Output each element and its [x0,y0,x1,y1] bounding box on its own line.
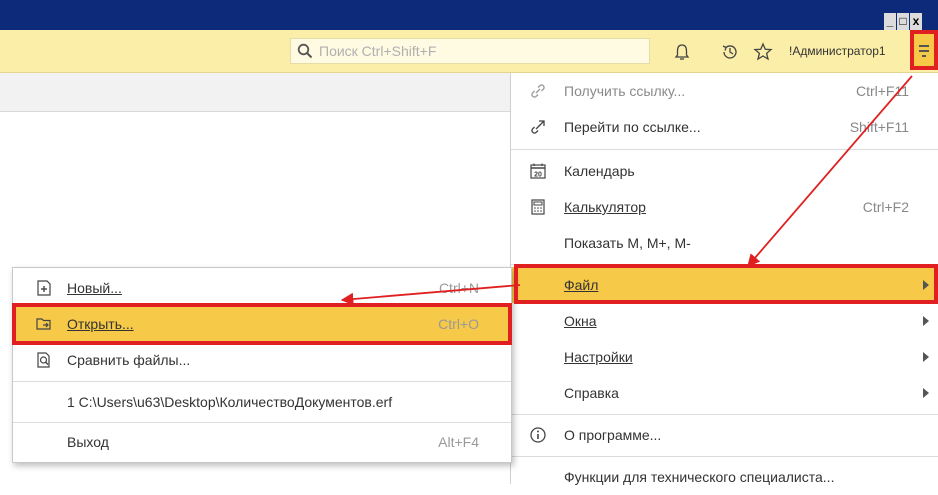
main-menu-button[interactable] [910,30,938,70]
menu-item-go-link[interactable]: Перейти по ссылке... Shift+F11 [511,109,938,145]
menu-item-show-memory[interactable]: Показать М, М+, М- [511,225,938,261]
submenu-item-label: 1 C:\Users\u63\Desktop\КоличествоДокумен… [67,394,393,410]
menu-item-label: Окна [564,313,597,329]
new-file-icon [37,280,51,296]
menu-item-label: Справка [564,385,619,401]
menu-item-shortcut: Shift+F11 [849,119,909,135]
menu-item-calendar[interactable]: 20 Календарь [511,153,938,189]
submenu-item-exit[interactable]: Выход Alt+F4 [13,424,511,460]
submenu-item-open[interactable]: Открыть... Ctrl+O [13,306,511,342]
submenu-item-compare[interactable]: Сравнить файлы... [13,342,511,378]
submenu-item-shortcut: Ctrl+O [438,316,479,332]
calendar-icon: 20 [530,163,546,179]
menu-item-label: Файл [564,277,599,293]
submenu-item-new[interactable]: Новый... Ctrl+N [13,270,511,306]
main-menu-dropdown: Получить ссылку... Ctrl+F11 Перейти по с… [510,73,938,485]
restore-button[interactable]: □ [897,13,909,30]
search-icon [297,43,313,59]
submenu-separator [13,381,511,382]
top-toolbar: Поиск Ctrl+Shift+F !Администратор1 [0,30,938,73]
bell-icon[interactable] [672,42,692,62]
menu-item-get-link[interactable]: Получить ссылку... Ctrl+F11 [511,73,938,109]
favorites-star-icon[interactable] [753,42,773,62]
submenu-arrow-icon [923,388,929,398]
menu-item-calculator[interactable]: Калькулятор Ctrl+F2 [511,189,938,225]
menu-item-about[interactable]: О программе... [511,417,938,453]
open-folder-icon [36,318,51,330]
submenu-item-label: Новый... [67,280,122,296]
menu-item-label: Показать М, М+, М- [564,235,691,251]
window-title-bar [0,0,938,30]
submenu-arrow-icon [923,352,929,362]
svg-text:20: 20 [534,172,542,179]
info-icon [530,427,546,443]
link-icon [531,84,545,98]
menu-item-file[interactable]: Файл [511,267,938,303]
submenu-separator [13,422,511,423]
search-input[interactable]: Поиск Ctrl+Shift+F [290,38,650,64]
menu-separator [511,414,938,415]
history-icon[interactable] [720,42,740,62]
menu-separator [511,149,938,150]
menu-item-label: Перейти по ссылке... [564,119,701,135]
menu-item-windows[interactable]: Окна [511,303,938,339]
search-placeholder: Поиск Ctrl+Shift+F [319,43,437,59]
menu-item-label: Настройки [564,349,633,365]
submenu-item-label: Выход [67,434,109,450]
submenu-item-recent-file[interactable]: 1 C:\Users\u63\Desktop\КоличествоДокумен… [13,384,511,420]
menu-separator [511,264,938,265]
submenu-arrow-icon [923,316,929,326]
menu-item-label: Функции для технического специалиста... [564,469,835,485]
menu-item-settings[interactable]: Настройки [511,339,938,375]
compare-files-icon [37,352,50,368]
menu-item-shortcut: Ctrl+F11 [855,83,909,99]
menu-item-tech-functions[interactable]: Функции для технического специалиста... [511,459,938,495]
content-header-panel [0,73,510,112]
current-user-name[interactable]: !Администратор1 [789,44,886,58]
menu-item-label: Получить ссылку... [564,83,686,99]
menu-item-label: Калькулятор [564,199,646,215]
minimize-button[interactable]: _ [884,13,896,30]
submenu-arrow-icon [923,280,929,290]
submenu-item-label: Сравнить файлы... [67,352,191,368]
menu-item-shortcut: Ctrl+F2 [862,199,909,215]
submenu-item-shortcut: Alt+F4 [438,434,479,450]
follow-link-icon [531,120,545,134]
submenu-item-label: Открыть... [67,316,134,332]
close-button[interactable]: x [910,13,922,30]
file-submenu: Новый... Ctrl+N Открыть... Ctrl+O Сравни… [12,267,512,463]
menu-item-label: Календарь [564,163,635,179]
calculator-icon [531,199,545,215]
menu-item-help[interactable]: Справка [511,375,938,411]
menu-separator [511,456,938,457]
menu-item-label: О программе... [564,427,662,443]
submenu-item-shortcut: Ctrl+N [438,280,479,296]
